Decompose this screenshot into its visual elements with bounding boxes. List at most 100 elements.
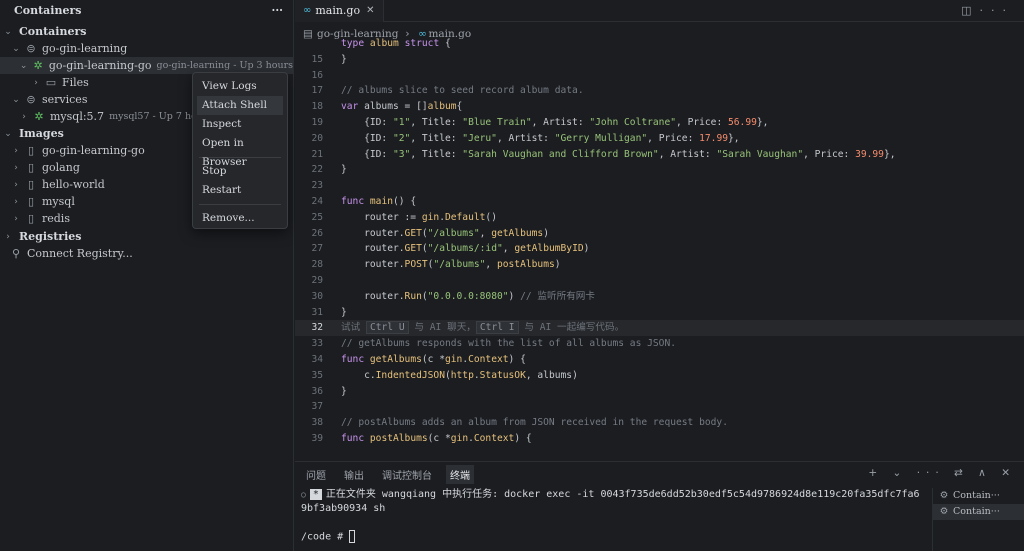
menu-item-inspect[interactable]: Inspect bbox=[193, 115, 283, 134]
terminal-output[interactable]: ○ * 正在文件夹 wangqiang 中执行任务: docker exec -it… bbox=[295, 488, 925, 545]
code-line[interactable]: 29 bbox=[295, 273, 1024, 289]
line-text: type album struct { bbox=[341, 38, 451, 49]
section-containers[interactable]: ⌄ Containers bbox=[0, 23, 293, 40]
line-number: 27 bbox=[311, 243, 323, 255]
code-line[interactable]: 27 router.GET("/albums/:id", getAlbumByI… bbox=[295, 241, 1024, 257]
code-line[interactable]: 26 router.GET("/albums", getAlbums) bbox=[295, 226, 1024, 242]
terminal-item[interactable]: ⚙ Contain··· bbox=[933, 504, 1024, 520]
menu-item-open-in-browser[interactable]: Open in Browser bbox=[193, 134, 283, 168]
line-number: 18 bbox=[311, 101, 323, 113]
line-number: 29 bbox=[311, 275, 323, 286]
chevron-right-icon: › bbox=[14, 162, 18, 173]
menu-item-attach-shell[interactable]: Attach Shell bbox=[197, 96, 283, 115]
editor-tabbar: ∞ main.go ✕ ◫··· bbox=[295, 0, 1024, 22]
code-line[interactable]: 36} bbox=[295, 384, 1024, 400]
connect-registry-item[interactable]: ⚲ Connect Registry... bbox=[0, 245, 293, 262]
menu-item-view-logs[interactable]: View Logs bbox=[193, 77, 283, 96]
code-line[interactable]: 22} bbox=[295, 162, 1024, 178]
section-registries[interactable]: › Registries bbox=[0, 228, 293, 245]
terminal-item[interactable]: ⚙ Contain··· bbox=[933, 488, 1024, 504]
terminal-prompt-line: /code # bbox=[301, 530, 925, 545]
more-actions-icon[interactable]: ··· bbox=[272, 4, 284, 17]
editor: ∞ main.go ✕ ◫··· ▤ go-gin-learning › ∞ m… bbox=[295, 0, 1024, 460]
close-icon[interactable]: ✕ bbox=[366, 5, 374, 16]
code-line[interactable]: 25 router := gin.Default() bbox=[295, 210, 1024, 226]
line-number: 39 bbox=[311, 433, 323, 444]
code-line[interactable]: 38 // postAlbums adds an album from JSON … bbox=[295, 415, 1024, 431]
code-line[interactable]: type album struct { bbox=[295, 36, 1024, 52]
code-line[interactable]: 19 {ID: "1", Title: "Blue Train", Artist… bbox=[295, 115, 1024, 131]
code-line[interactable]: 33 // getAlbums responds with the list of… bbox=[295, 336, 1024, 352]
tab-terminal[interactable]: 终端 bbox=[446, 464, 474, 484]
tab-problems[interactable]: 问题 bbox=[306, 467, 326, 482]
code-line[interactable]: 23 bbox=[295, 178, 1024, 194]
stack-icon: ⊜ bbox=[26, 93, 36, 106]
chevron-down-icon: ⌄ bbox=[12, 94, 20, 105]
terminal-prompt: /code # bbox=[301, 531, 350, 543]
line-text: {ID: "2", Title: "Jeru", Artist: "Gerry … bbox=[341, 132, 740, 144]
editor-actions[interactable]: ◫··· bbox=[961, 4, 1014, 17]
image-label: redis bbox=[42, 212, 70, 225]
code-line[interactable]: 21 {ID: "3", Title: "Sarah Vaughan and C… bbox=[295, 147, 1024, 163]
running-container-icon: ✲ bbox=[33, 59, 43, 72]
code-line[interactable]: 37 bbox=[295, 399, 1024, 415]
terminal-item-label: Contain··· bbox=[953, 506, 1000, 517]
line-text: router := gin.Default() bbox=[341, 211, 497, 223]
line-number: 19 bbox=[311, 117, 323, 128]
section-label: Registries bbox=[19, 230, 82, 243]
tab-label: main.go bbox=[315, 4, 361, 17]
panel-actions[interactable]: + ⌄ ··· ⇄ ∧ ✕ bbox=[868, 467, 1016, 479]
line-text: router.GET("/albums", getAlbums) bbox=[341, 227, 549, 239]
task-text-wrap: 9bf3ab90934 sh bbox=[301, 503, 386, 514]
line-text: router.GET("/albums/:id", getAlbumByID) bbox=[341, 243, 590, 255]
line-text: } bbox=[341, 53, 347, 65]
sidebar-title: Containers bbox=[14, 3, 82, 17]
line-text: } bbox=[341, 385, 347, 397]
folder-icon: ▭ bbox=[45, 76, 57, 89]
group-go-gin-learning[interactable]: ⌄ ⊜ go-gin-learning bbox=[0, 40, 293, 57]
menu-item-remove[interactable]: Remove... bbox=[193, 209, 283, 228]
line-number: 38 bbox=[311, 417, 323, 429]
context-menu: View Logs Attach Shell Inspect Open in B… bbox=[192, 72, 288, 229]
menu-item-restart[interactable]: Restart bbox=[193, 181, 283, 200]
line-number: 31 bbox=[311, 306, 323, 318]
line-number: 22 bbox=[311, 164, 323, 176]
line-number: 16 bbox=[311, 69, 323, 81]
tab-main-go[interactable]: ∞ main.go ✕ bbox=[295, 0, 384, 22]
code-line[interactable]: 39 func postAlbums(c *gin.Context) { bbox=[295, 431, 1024, 447]
panel-tabs: 问题 输出 调试控制台 终端 + ⌄ ··· ⇄ ∧ ✕ bbox=[295, 462, 1024, 486]
chevron-right-icon: › bbox=[14, 179, 18, 190]
code-line[interactable]: 15} bbox=[295, 52, 1024, 68]
code-line[interactable]: 18 var albums = []album{ bbox=[295, 99, 1024, 115]
code-line[interactable]: 34 func getAlbums(c *gin.Context) { bbox=[295, 352, 1024, 368]
container-label: go-gin-learning-go bbox=[48, 59, 152, 72]
code-line[interactable]: 24 func main() { bbox=[295, 194, 1024, 210]
line-number: 23 bbox=[311, 180, 323, 192]
container-label: mysql:5.7 bbox=[50, 110, 105, 123]
image-icon: ▯ bbox=[27, 144, 35, 157]
line-number: 15 bbox=[311, 53, 323, 65]
line-number: 34 bbox=[311, 354, 323, 365]
line-text: 试试 Ctrl U 与 AI 聊天， Ctrl I 与 AI 一起编写代码。 bbox=[341, 321, 625, 335]
code-line[interactable]: 17 // albums slice to seed record album d… bbox=[295, 83, 1024, 99]
tab-output[interactable]: 输出 bbox=[344, 467, 364, 482]
code-line[interactable]: 20 {ID: "2", Title: "Jeru", Artist: "Ger… bbox=[295, 131, 1024, 147]
line-number: 32 bbox=[311, 322, 323, 334]
image-icon: ▯ bbox=[27, 178, 35, 191]
go-file-icon: ∞ bbox=[303, 5, 312, 16]
line-number: 26 bbox=[311, 227, 323, 239]
code-line[interactable]: 35 c.IndentedJSON(http.StatusOK, albums) bbox=[295, 368, 1024, 384]
files-label: Files bbox=[62, 76, 89, 89]
code-line[interactable]: 32 试试 Ctrl U 与 AI 聊天， Ctrl I 与 AI 一起编写代码。 bbox=[295, 320, 1024, 337]
terminal-list: ⚙ Contain··· ⚙ Contain··· bbox=[932, 488, 1024, 551]
code-line[interactable]: 30 router.Run("0.0.0.0:8080") // 监听所有网卡 bbox=[295, 289, 1024, 305]
image-icon: ▯ bbox=[27, 195, 35, 208]
code-line[interactable]: 28 router.POST("/albums", postAlbums) bbox=[295, 257, 1024, 273]
code-line[interactable]: 16 bbox=[295, 68, 1024, 84]
tab-debug-console[interactable]: 调试控制台 bbox=[382, 467, 432, 482]
image-label: hello-world bbox=[42, 178, 105, 191]
line-number: 17 bbox=[311, 85, 323, 97]
line-text: } bbox=[341, 306, 347, 318]
code-line[interactable]: 31} bbox=[295, 305, 1024, 321]
group-label: services bbox=[42, 93, 88, 106]
